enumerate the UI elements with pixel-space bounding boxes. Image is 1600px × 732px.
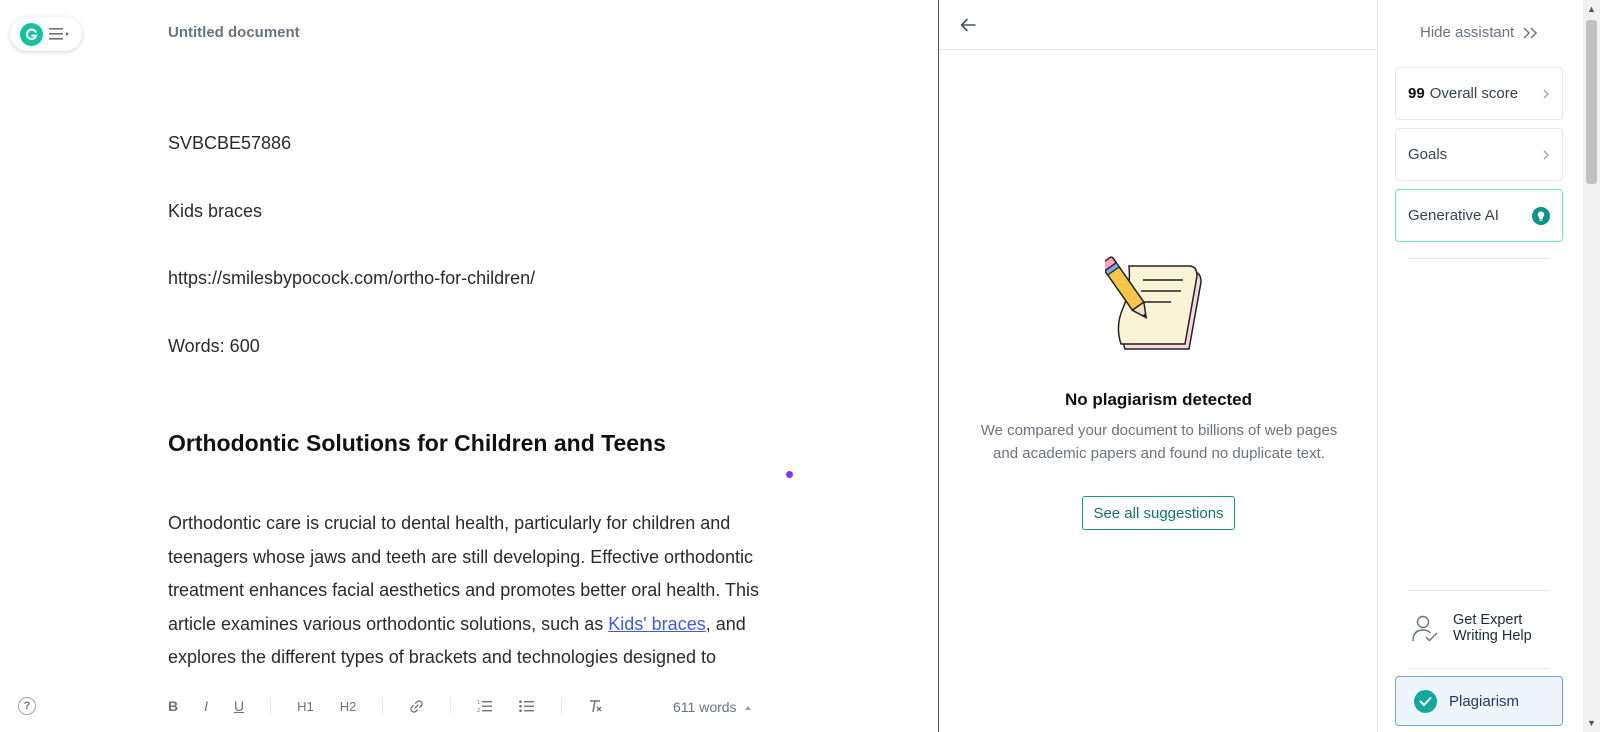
document-body[interactable]: SVBCBE57886 Kids braces https://smilesby… [168, 130, 808, 400]
editor-pane: Untitled document SVBCBE57886 Kids brace… [0, 0, 938, 732]
chevron-right-icon [1543, 150, 1549, 159]
grammarly-menu-button[interactable] [10, 17, 82, 51]
clear-format-icon[interactable] [588, 699, 603, 713]
overall-score-label: Overall score [1429, 85, 1519, 102]
doc-line-url[interactable]: https://smilesbypocock.com/ortho-for-chi… [168, 265, 808, 333]
suggestion-indicator-dot [786, 471, 793, 478]
plagiarism-result-heading: No plagiarism detected [1064, 390, 1253, 409]
generative-ai-card[interactable]: Generative AI [1395, 189, 1563, 242]
document-title[interactable]: Untitled document [168, 24, 300, 41]
scroll-down-arrow-icon[interactable]: ▼ [1583, 718, 1600, 728]
doc-line-wordcount[interactable]: Words: 600 [168, 333, 808, 401]
help-button[interactable]: ? [18, 697, 36, 715]
svg-text:2: 2 [477, 708, 480, 713]
expert-writing-help-button[interactable]: Get Expert Writing Help [1411, 612, 1561, 644]
bullet-list-icon[interactable] [519, 699, 535, 713]
caret-up-icon [745, 706, 752, 710]
link-icon[interactable] [409, 699, 424, 714]
card-header [939, 0, 1377, 50]
generative-ai-label: Generative AI [1408, 207, 1499, 224]
heading-2-button[interactable]: H2 [340, 699, 357, 714]
chevron-right-icon [1543, 89, 1549, 98]
hide-assistant-label: Hide assistant [1420, 24, 1515, 41]
toolbar-divider [270, 698, 272, 714]
word-count-label: 611 words [673, 699, 737, 715]
bold-button[interactable]: B [168, 698, 178, 714]
toolbar-divider [382, 698, 384, 714]
scrollbar-thumb[interactable] [1586, 20, 1597, 184]
word-count-button[interactable]: 611 words [673, 699, 753, 715]
doc-line-keyword[interactable]: Kids braces [168, 198, 808, 266]
formatting-toolbar: B I U H1 H2 12 [168, 695, 629, 717]
double-chevron-right-icon [1523, 26, 1538, 39]
check-circle-icon [1414, 689, 1437, 713]
assistant-card-pane: No plagiarism detected We compared your … [938, 0, 1377, 732]
back-arrow-icon[interactable] [959, 16, 977, 39]
menu-icon [49, 26, 71, 42]
plagiarism-label: Plagiarism [1449, 692, 1520, 710]
italic-button[interactable]: I [204, 698, 208, 714]
ordered-list-icon[interactable]: 12 [477, 699, 493, 713]
goals-card[interactable]: Goals [1395, 128, 1563, 181]
svg-text:1: 1 [477, 700, 480, 706]
article-paragraph[interactable]: Orthodontic care is crucial to dental he… [168, 507, 808, 675]
toolbar-divider [450, 698, 452, 714]
overall-score-value: 99 [1408, 85, 1425, 102]
doc-line-id[interactable]: SVBCBE57886 [168, 130, 808, 198]
sidebar-divider [1408, 590, 1550, 591]
underline-button[interactable]: U [234, 698, 244, 714]
expert-writing-help-label: Get Expert Writing Help [1453, 612, 1532, 644]
see-all-suggestions-button[interactable]: See all suggestions [1082, 496, 1235, 530]
sidebar-divider [1408, 258, 1550, 259]
toolbar-divider [561, 698, 563, 714]
hide-assistant-button[interactable]: Hide assistant [1420, 24, 1540, 41]
lightbulb-icon [1532, 206, 1550, 225]
article-heading[interactable]: Orthodontic Solutions for Children and T… [168, 430, 666, 457]
heading-1-button[interactable]: H1 [297, 699, 314, 714]
window-scrollbar[interactable]: ▲ ▼ [1583, 0, 1600, 732]
expert-person-icon [1412, 615, 1438, 642]
sidebar-divider [1408, 668, 1550, 669]
assistant-sidebar: Hide assistant 99 Overall score Goals Gen… [1377, 0, 1583, 732]
goals-label: Goals [1408, 146, 1448, 163]
article-link-kids-braces[interactable]: Kids' braces [608, 614, 705, 634]
plagiarism-result-description: We compared your document to billions of… [980, 422, 1338, 462]
overall-score-card[interactable]: 99 Overall score [1395, 67, 1563, 120]
document-pencil-illustration-icon [1105, 256, 1202, 350]
plagiarism-button[interactable]: Plagiarism [1395, 676, 1563, 726]
scroll-up-arrow-icon[interactable]: ▲ [1583, 4, 1600, 14]
grammarly-logo-icon [20, 22, 43, 46]
